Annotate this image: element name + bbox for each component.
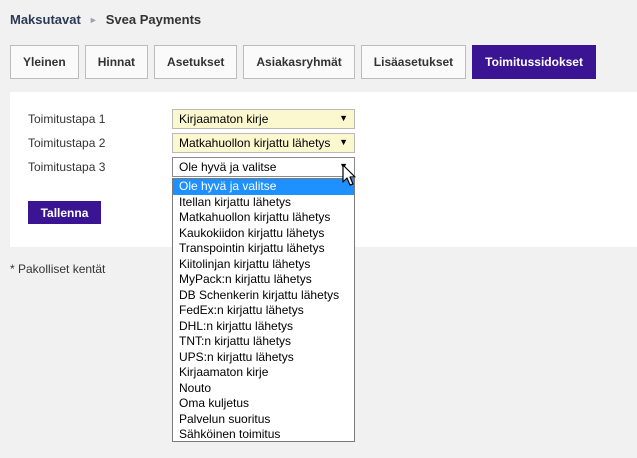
breadcrumb-current: Svea Payments bbox=[105, 12, 202, 27]
chevron-right-icon: ► bbox=[88, 14, 98, 25]
tab-hinnat[interactable]: Hinnat bbox=[84, 45, 149, 79]
toimitustapa-3-value: Ole hyvä ja valitse bbox=[179, 160, 277, 174]
toimitustapa-2-value: Matkahuollon kirjattu lähetys bbox=[179, 136, 331, 150]
tab-toimitussidokset[interactable]: Toimitussidokset bbox=[472, 45, 596, 79]
dropdown-option[interactable]: Kaukokiidon kirjattu lähetys bbox=[173, 226, 354, 242]
save-button[interactable]: Tallenna bbox=[28, 201, 101, 224]
dropdown-option[interactable]: Palvelun suoritus bbox=[173, 412, 354, 428]
dropdown-option[interactable]: Matkahuollon kirjattu lähetys bbox=[173, 210, 354, 226]
breadcrumb-parent-link[interactable]: Maksutavat bbox=[10, 12, 81, 27]
toimitustapa-1-select[interactable]: Kirjaamaton kirje ▼ bbox=[172, 109, 355, 129]
tab-yleinen[interactable]: Yleinen bbox=[10, 45, 79, 79]
tab-lisaasetukset[interactable]: Lisäasetukset bbox=[360, 45, 467, 79]
breadcrumb: Maksutavat ► Svea Payments bbox=[10, 12, 201, 27]
dropdown-option[interactable]: UPS:n kirjattu lähetys bbox=[173, 350, 354, 366]
dropdown-option[interactable]: Oma kuljetus bbox=[173, 396, 354, 412]
tab-asiakasryhmat[interactable]: Asiakasryhmät bbox=[243, 45, 355, 79]
dropdown-arrow-icon: ▼ bbox=[339, 137, 348, 147]
required-fields-note: * Pakolliset kentät bbox=[10, 262, 106, 276]
toimitustapa-3-options-list[interactable]: Ole hyvä ja valitse Itellan kirjattu lähe… bbox=[172, 178, 355, 442]
dropdown-arrow-icon: ▼ bbox=[339, 113, 348, 123]
dropdown-option[interactable]: Kiitolinjan kirjattu lähetys bbox=[173, 257, 354, 273]
dropdown-option[interactable]: Kirjaamaton kirje bbox=[173, 365, 354, 381]
dropdown-option[interactable]: Nouto bbox=[173, 381, 354, 397]
dropdown-option[interactable]: Sähköinen toimitus bbox=[173, 427, 354, 443]
tab-bar: Yleinen Hinnat Asetukset Asiakasryhmät L… bbox=[10, 45, 596, 79]
dropdown-option[interactable]: MyPack:n kirjattu lähetys bbox=[173, 272, 354, 288]
dropdown-option[interactable]: Ole hyvä ja valitse bbox=[173, 179, 354, 195]
dropdown-option[interactable]: Transpointin kirjattu lähetys bbox=[173, 241, 354, 257]
dropdown-option[interactable]: Itellan kirjattu lähetys bbox=[173, 195, 354, 211]
dropdown-option[interactable]: FedEx:n kirjattu lähetys bbox=[173, 303, 354, 319]
toimitustapa-1-value: Kirjaamaton kirje bbox=[179, 112, 269, 126]
toimitustapa-2-label: Toimitustapa 2 bbox=[28, 136, 106, 150]
dropdown-option[interactable]: DB Schenkerin kirjattu lähetys bbox=[173, 288, 354, 304]
mouse-pointer-icon bbox=[342, 164, 356, 186]
toimitustapa-3-select[interactable]: Ole hyvä ja valitse ▼ bbox=[172, 157, 355, 177]
toimitustapa-1-label: Toimitustapa 1 bbox=[28, 112, 106, 126]
toimitustapa-2-select[interactable]: Matkahuollon kirjattu lähetys ▼ bbox=[172, 133, 355, 153]
toimitustapa-3-label: Toimitustapa 3 bbox=[28, 160, 106, 174]
dropdown-option[interactable]: TNT:n kirjattu lähetys bbox=[173, 334, 354, 350]
tab-asetukset[interactable]: Asetukset bbox=[154, 45, 238, 79]
dropdown-option[interactable]: DHL:n kirjattu lähetys bbox=[173, 319, 354, 335]
